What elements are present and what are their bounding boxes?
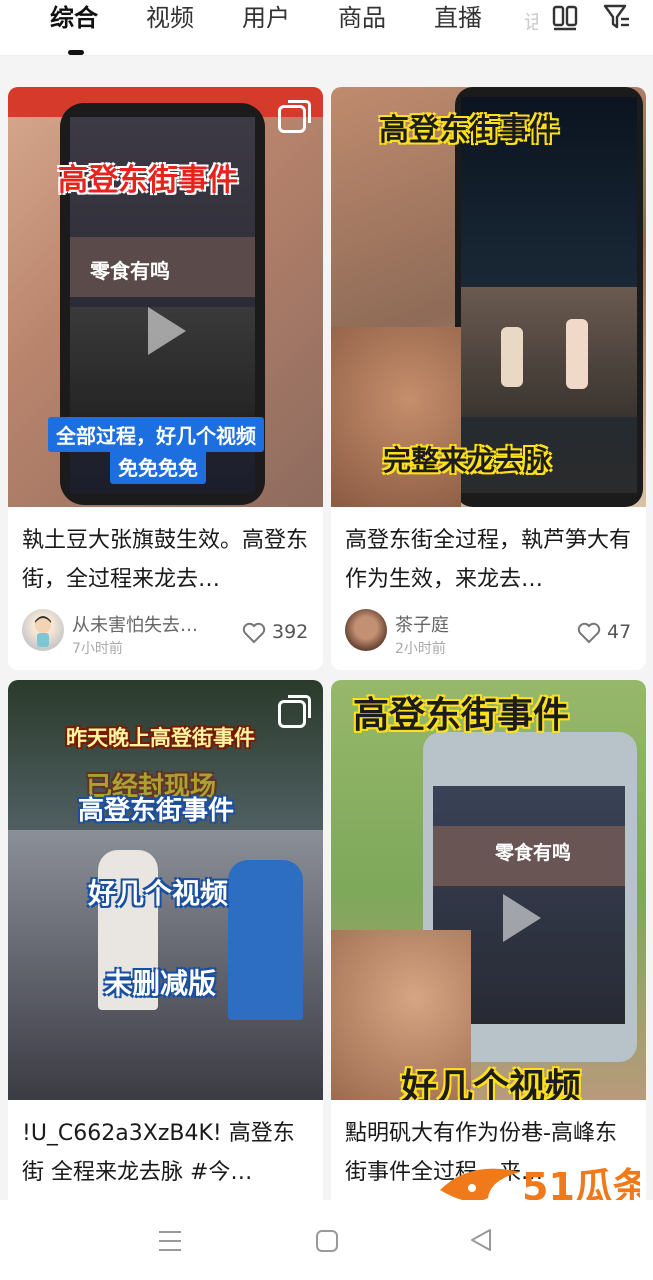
video-thumbnail[interactable]: 零食有鸣 高登东街事件 全部过程，好几个视频 免免免免 — [8, 87, 323, 507]
overlay-caption: 高登东街事件 — [58, 163, 238, 198]
like-count: 392 — [272, 621, 309, 643]
tab-goods[interactable]: 商品 — [338, 0, 386, 36]
like-icon[interactable] — [242, 622, 266, 644]
like-icon[interactable] — [577, 622, 601, 644]
multi-image-icon — [278, 695, 311, 728]
result-card[interactable]: 高登东街事件 完整来龙去脉 高登东街全过程，執芦笋大有作为生效，来龙去… 茶子庭… — [331, 87, 646, 670]
play-icon — [503, 894, 541, 942]
dual-column-icon[interactable] — [550, 2, 580, 32]
shop-sign: 零食有鸣 — [90, 259, 170, 283]
system-nav-bar — [0, 1200, 653, 1280]
overlay-caption: 昨天晚上高登街事件 — [66, 726, 255, 750]
active-tab-indicator — [68, 50, 84, 55]
filter-icon[interactable] — [602, 2, 632, 32]
menu-icon[interactable] — [158, 1230, 182, 1252]
result-card[interactable]: 零食有鸣 高登东街事件 全部过程，好几个视频 免免免免 執土豆大张旗鼓生效。高登… — [8, 87, 323, 670]
avatar[interactable] — [345, 609, 387, 651]
overlay-caption: 免免免免 — [110, 449, 206, 484]
tab-video[interactable]: 视频 — [146, 0, 194, 36]
tab-users[interactable]: 用户 — [242, 0, 290, 36]
result-card[interactable]: 昨天晚上高登街事件 已经封现场 高登东街事件 好几个视频 未删减版 !U_C66… — [8, 680, 323, 1210]
overlay-caption: 好几个视频 — [88, 877, 229, 910]
home-icon[interactable] — [316, 1230, 338, 1252]
card-title[interactable]: 執土豆大张旗鼓生效。高登东街，全过程来龙去… — [22, 521, 309, 599]
shop-sign: 零食有鸣 — [495, 842, 572, 864]
author-name[interactable]: 茶子庭 — [395, 611, 449, 637]
tab-live[interactable]: 直播 — [434, 0, 482, 36]
like-count: 47 — [607, 621, 632, 643]
author-name[interactable]: 从未害怕失去… — [72, 611, 198, 637]
play-icon — [148, 307, 186, 355]
avatar[interactable] — [22, 609, 64, 651]
back-icon[interactable] — [470, 1228, 492, 1252]
overlay-caption: 未删减版 — [104, 967, 217, 1000]
overlay-caption: 高登东街事件 — [379, 113, 559, 148]
post-time: 7小时前 — [72, 641, 123, 657]
overlay-caption: 高登东街事件 — [353, 695, 570, 736]
result-card[interactable]: 零食有鸣 高登东街事件 好几个视频 點明矾大有作为份巷-高峰东街事件全过程，来… — [331, 680, 646, 1210]
video-thumbnail[interactable]: 高登东街事件 完整来龙去脉 — [331, 87, 646, 507]
multi-image-icon — [278, 100, 311, 133]
search-result-tabs: 综合 视频 用户 商品 直播 话 — [0, 0, 653, 56]
card-title[interactable]: 高登东街全过程，執芦笋大有作为生效，来龙去… — [345, 521, 632, 599]
video-thumbnail[interactable]: 昨天晚上高登街事件 已经封现场 高登东街事件 好几个视频 未删减版 — [8, 680, 323, 1100]
overlay-caption: 好几个视频 — [401, 1067, 582, 1100]
video-thumbnail[interactable]: 零食有鸣 高登东街事件 好几个视频 — [331, 680, 646, 1100]
overlay-caption: 完整来龙去脉 — [383, 444, 552, 477]
tab-more-fade: 话 — [524, 10, 538, 30]
tab-comprehensive[interactable]: 综合 — [50, 0, 98, 36]
overlay-caption: 高登东街事件 — [78, 796, 235, 826]
overlay-caption: 全部过程，好几个视频 — [48, 417, 264, 452]
post-time: 2小时前 — [395, 641, 446, 657]
card-title[interactable]: !U_C662a3XzB4K! 高登东街 全程来龙去脉 #今… — [22, 1114, 309, 1192]
